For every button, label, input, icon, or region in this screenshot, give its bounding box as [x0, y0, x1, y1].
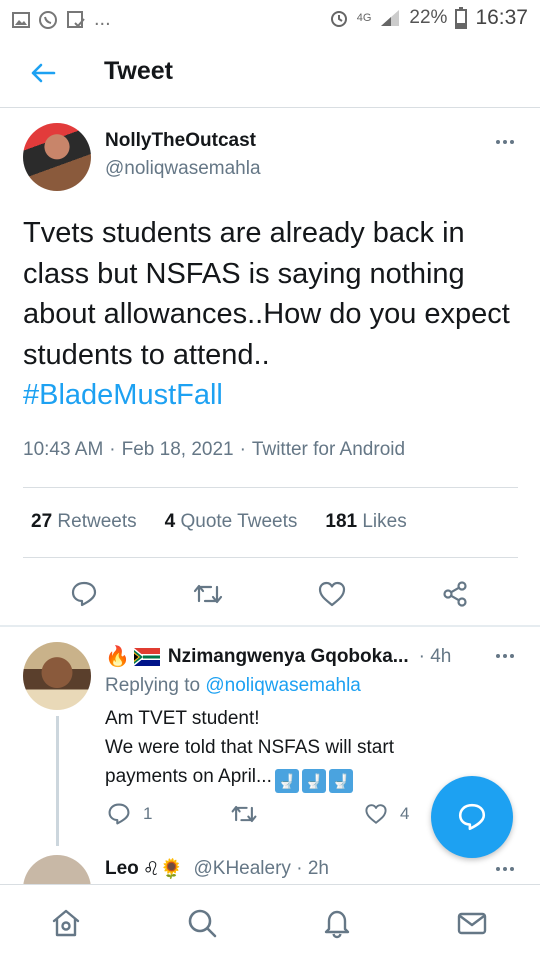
replying-to: Replying to @noliqwasemahla	[105, 675, 361, 696]
share-icon	[443, 581, 467, 607]
tweet-text: Tvets students are already back in class…	[23, 213, 523, 416]
compose-reply-icon	[458, 803, 486, 831]
status-time: 16:37	[475, 6, 528, 29]
notifications-icon	[324, 910, 350, 939]
thread-line	[56, 716, 59, 846]
toilet-emoji: 🚽	[274, 769, 299, 793]
reply-line: Am TVET student!	[105, 708, 260, 729]
messages-icon	[457, 912, 487, 935]
divider	[23, 487, 518, 488]
retweet-icon	[193, 584, 223, 604]
reply-more-button[interactable]	[490, 646, 520, 666]
reply-reply-button[interactable]: 1	[107, 802, 152, 826]
like-button[interactable]	[314, 576, 350, 612]
reply-button[interactable]	[66, 576, 102, 612]
alarm-icon	[330, 11, 347, 27]
heart-icon	[318, 581, 346, 607]
whatsapp-icon	[39, 10, 57, 29]
reply-line: payments on April... 🚽 🚽 🚽	[105, 762, 435, 793]
home-icon	[52, 909, 80, 937]
more-dots-icon	[496, 654, 500, 658]
nav-search[interactable]	[183, 904, 221, 942]
tweet-body: Tvets students are already back in class…	[23, 217, 510, 371]
toilet-emoji: 🚽	[328, 769, 353, 793]
gallery-icon	[12, 11, 30, 28]
tweet-meta: 10:43 AM · Feb 18, 2021 · Twitter for Androi…	[23, 439, 406, 460]
fire-emoji: 🔥	[105, 646, 130, 668]
toilet-emoji: 🚽	[301, 769, 326, 793]
tweet-header: Tweet	[0, 38, 540, 108]
bottom-navigation	[0, 884, 540, 960]
reply-header: Leo ♌🌻 @KHealery · 2h	[105, 857, 329, 881]
author-avatar[interactable]	[23, 123, 91, 191]
arrow-left-icon	[31, 63, 56, 83]
nav-home[interactable]	[47, 904, 85, 942]
share-button[interactable]	[437, 576, 473, 612]
mention-link[interactable]: @noliqwasemahla	[205, 675, 361, 696]
status-bar: ... 4G 22% 16:37	[0, 0, 540, 38]
leo-sunflower-emoji: ♌🌻	[142, 859, 184, 880]
hashtag-link[interactable]: #BladeMustFall	[23, 375, 523, 416]
retweets-stat[interactable]: 27 Retweets	[31, 511, 137, 533]
battery-percent: 22%	[409, 7, 448, 28]
like-count: 4	[400, 804, 410, 823]
tweet-date: Feb 18, 2021	[121, 439, 234, 460]
tweet-more-button[interactable]	[490, 132, 520, 152]
divider	[23, 557, 518, 558]
reply-line: We were told that NSFAS will start	[105, 737, 394, 758]
reply-count: 1	[143, 804, 153, 823]
back-button[interactable]	[26, 56, 60, 90]
reply-display-name[interactable]: Nzimangwenya Gqoboka...	[168, 646, 409, 668]
reply-avatar[interactable]	[23, 642, 91, 710]
reply-more-button[interactable]	[490, 859, 520, 879]
reply-header: 🔥 Nzimangwenya Gqoboka... · 4h	[105, 644, 451, 669]
battery-icon	[455, 7, 468, 29]
nav-notifications[interactable]	[318, 904, 356, 942]
reply-display-name[interactable]: Leo	[105, 858, 139, 880]
more-notifications-icon: ...	[94, 8, 111, 30]
signal-icon	[381, 10, 400, 26]
message-icon	[67, 10, 85, 28]
likes-stat[interactable]: 181 Likes	[325, 511, 406, 533]
more-dots-icon	[496, 867, 500, 871]
status-notifications: ...	[12, 8, 111, 31]
reply-age: · 4h	[418, 645, 452, 667]
compose-reply-button[interactable]	[431, 776, 513, 858]
more-dots-icon	[496, 140, 500, 144]
retweet-button[interactable]	[190, 576, 226, 612]
section-divider	[0, 625, 540, 627]
author-display-name[interactable]: NollyTheOutcast	[105, 130, 256, 152]
reply-handle[interactable]: @KHealery · 2h	[193, 858, 328, 880]
south-africa-flag-icon	[133, 647, 160, 666]
reply-retweet-button[interactable]	[230, 802, 258, 826]
heart-icon	[365, 804, 387, 824]
tweet-time: 10:43 AM	[23, 439, 104, 460]
retweet-icon	[231, 805, 257, 823]
reply-like-button[interactable]: 4	[364, 802, 409, 826]
search-icon	[188, 909, 217, 938]
speech-bubble-icon	[71, 581, 97, 607]
network-type: 4G	[356, 12, 372, 24]
status-system: 4G 22% 16:37	[329, 6, 528, 30]
speech-bubble-icon	[108, 803, 130, 825]
author-handle[interactable]: @noliqwasemahla	[105, 158, 261, 180]
tweet-source[interactable]: Twitter for Android	[252, 439, 405, 460]
tweet-stats: 27 Retweets 4 Quote Tweets 181 Likes	[31, 511, 407, 533]
tweet-actions	[0, 572, 540, 616]
page-title: Tweet	[104, 57, 173, 85]
nav-messages[interactable]	[453, 904, 491, 942]
quote-tweets-stat[interactable]: 4 Quote Tweets	[165, 511, 298, 533]
reply-text: Am TVET student! We were told that NSFAS…	[105, 704, 435, 793]
